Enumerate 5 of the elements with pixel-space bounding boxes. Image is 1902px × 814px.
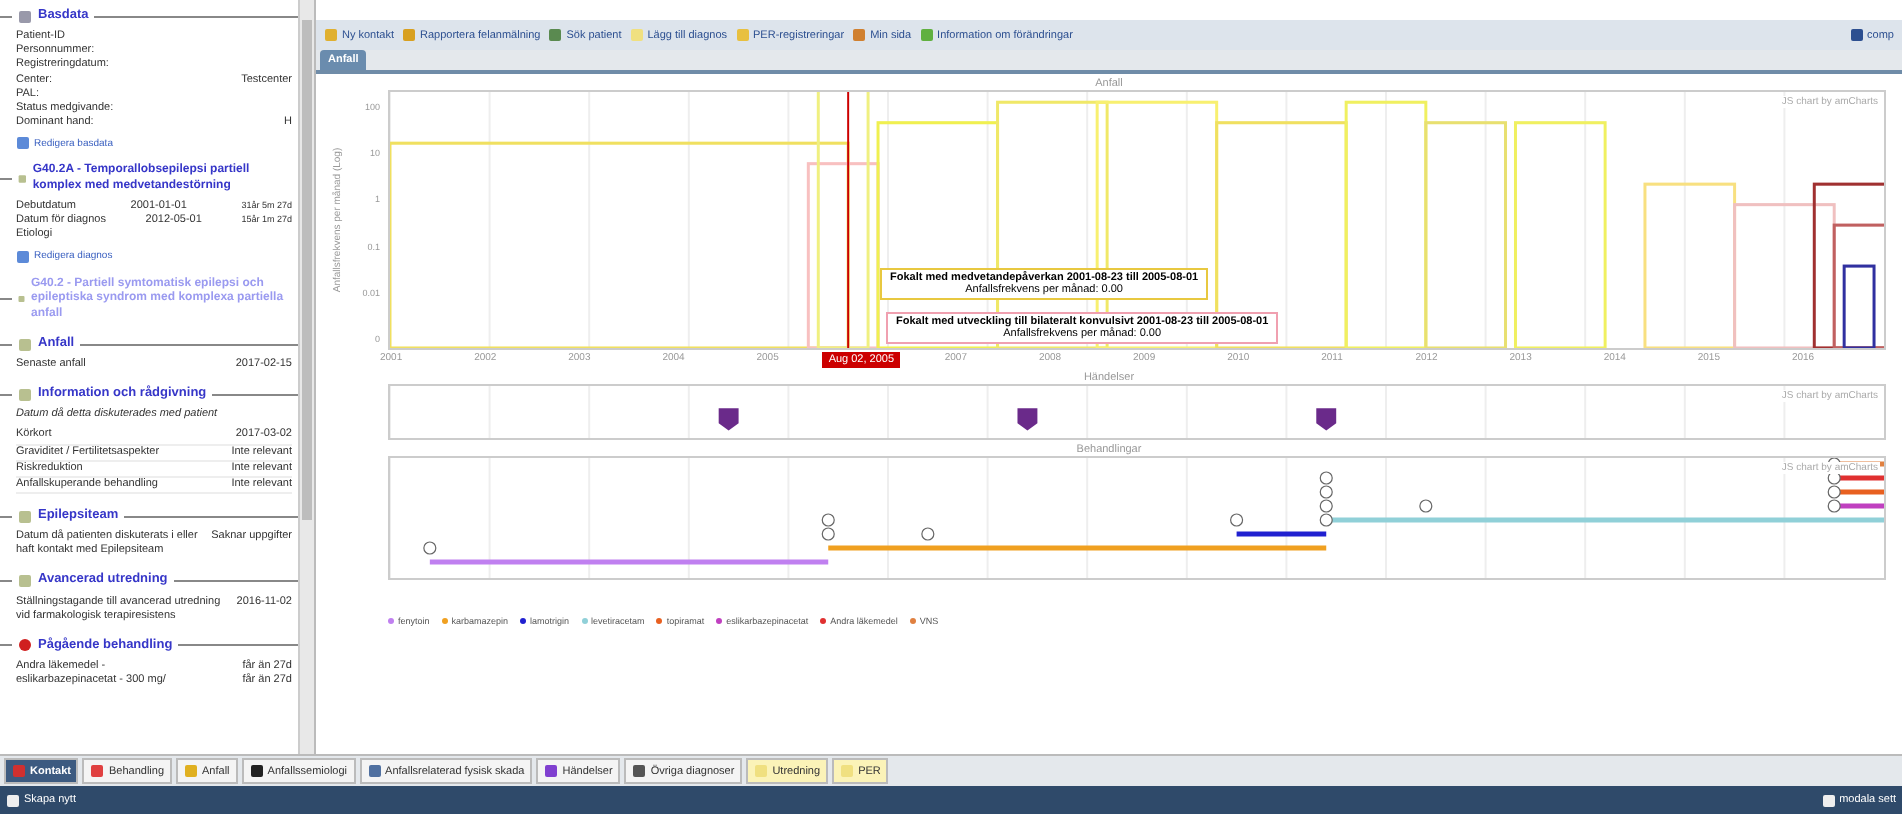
event-marker-icon[interactable] xyxy=(1017,408,1038,431)
event-marker-icon[interactable] xyxy=(718,408,739,431)
event-marker-icon[interactable] xyxy=(1316,408,1337,431)
alert-icon xyxy=(18,638,32,653)
scrollbar[interactable] xyxy=(298,0,314,754)
